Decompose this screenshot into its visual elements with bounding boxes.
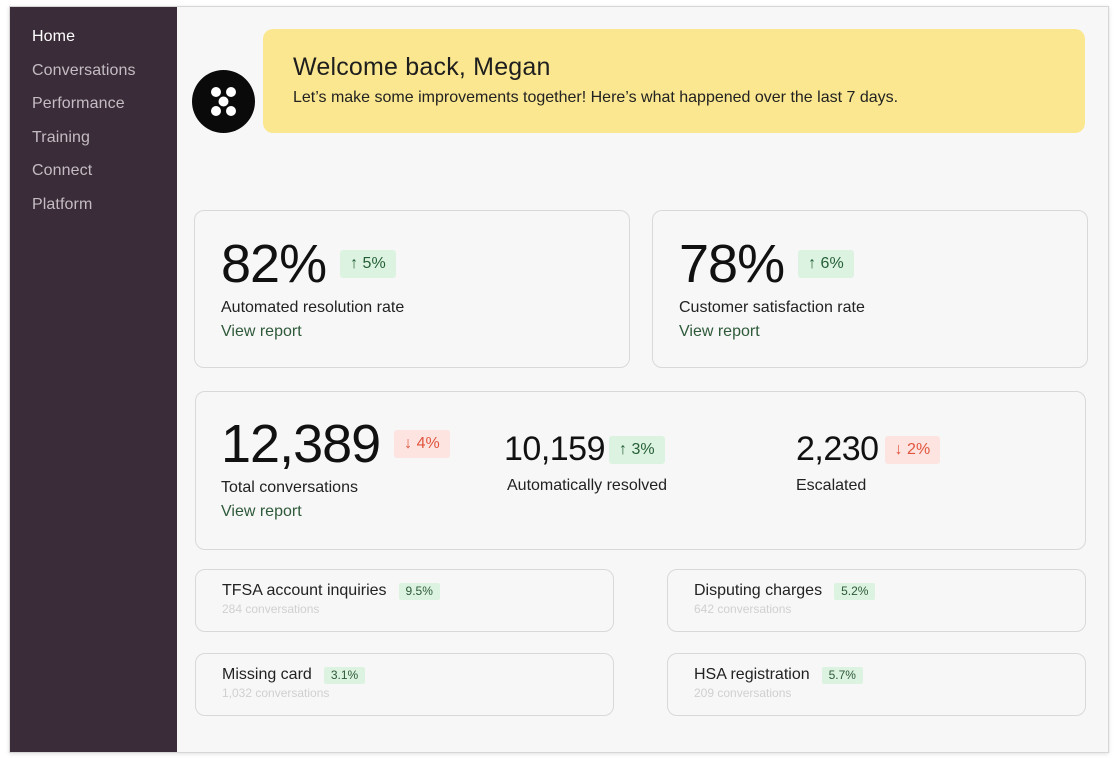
customer-satisfaction-change: ↑ 6%: [798, 250, 854, 278]
topic-percentage: 5.2%: [834, 582, 876, 600]
topic-count: 209 conversations: [694, 686, 792, 700]
topic-card[interactable]: TFSA account inquiries 9.5% 284 conversa…: [195, 569, 614, 632]
sidebar-item-platform[interactable]: Platform: [10, 193, 177, 227]
topic-card[interactable]: Missing card 3.1% 1,032 conversations: [195, 653, 614, 716]
total-conversations-change: ↓ 4%: [394, 430, 450, 458]
topic-title: Missing card: [222, 666, 312, 683]
conversation-volume-card: 12,389 ↓ 4% Total conversations View rep…: [195, 391, 1086, 550]
sidebar-item-home[interactable]: Home: [10, 25, 177, 59]
sidebar-item-connect[interactable]: Connect: [10, 159, 177, 193]
topic-title: TFSA account inquiries: [222, 582, 387, 599]
customer-satisfaction-card: 78% ↑ 6% Customer satisfaction rate View…: [652, 210, 1088, 368]
topic-count: 642 conversations: [694, 602, 792, 616]
topic-count: 1,032 conversations: [222, 686, 330, 700]
welcome-banner: Welcome back, Megan Let’s make some impr…: [263, 29, 1085, 133]
main-content: Welcome back, Megan Let’s make some impr…: [177, 7, 1108, 752]
topic-card[interactable]: HSA registration 5.7% 209 conversations: [667, 653, 1086, 716]
total-conversations-view-report-link[interactable]: View report: [221, 503, 302, 521]
sidebar-item-conversations[interactable]: Conversations: [10, 59, 177, 93]
escalated-change: ↓ 2%: [884, 435, 941, 464]
automatically-resolved-change: ↑ 3%: [609, 435, 665, 464]
sidebar-item-training[interactable]: Training: [10, 126, 177, 160]
customer-satisfaction-label: Customer satisfaction rate: [679, 299, 865, 316]
topic-percentage: 3.1%: [323, 666, 366, 684]
automated-resolution-card: 82% ↑ 5% Automated resolution rate View …: [194, 210, 630, 368]
automated-resolution-label: Automated resolution rate: [221, 299, 405, 316]
total-conversations-value: 12,389: [221, 414, 381, 474]
topic-title: HSA registration: [694, 666, 810, 683]
automated-resolution-value: 82%: [221, 234, 327, 294]
topic-percentage: 9.5%: [398, 582, 440, 600]
topic-percentage: 5.7%: [821, 666, 863, 684]
automatically-resolved-block: 10,159 ↑ 3% Automatically resolved: [504, 430, 667, 495]
escalated-value: 2,230: [796, 430, 879, 468]
total-conversations-label: Total conversations: [221, 479, 358, 496]
sidebar: Home Conversations Performance Training …: [10, 7, 177, 752]
automatically-resolved-value: 10,159: [504, 430, 606, 468]
topic-card[interactable]: Disputing charges 5.2% 642 conversations: [667, 569, 1086, 632]
automated-resolution-change: ↑ 5%: [340, 250, 396, 278]
automatically-resolved-label: Automatically resolved: [507, 477, 668, 494]
welcome-title: Welcome back, Megan: [293, 53, 551, 81]
total-conversations-block: 12,389 ↓ 4% Total conversations View rep…: [221, 413, 450, 521]
welcome-subtitle: Let’s make some improvements together! H…: [293, 89, 899, 106]
escalated-label: Escalated: [796, 477, 867, 494]
topic-title: Disputing charges: [694, 582, 823, 599]
automated-resolution-view-report-link[interactable]: View report: [221, 323, 302, 341]
app-window: Home Conversations Performance Training …: [9, 6, 1109, 753]
dots-logo-icon: [192, 70, 255, 133]
sidebar-item-performance[interactable]: Performance: [10, 92, 177, 126]
customer-satisfaction-value: 78%: [679, 234, 785, 294]
topic-count: 284 conversations: [222, 602, 320, 616]
customer-satisfaction-view-report-link[interactable]: View report: [679, 323, 760, 341]
escalated-block: 2,230 ↓ 2% Escalated: [796, 430, 941, 495]
